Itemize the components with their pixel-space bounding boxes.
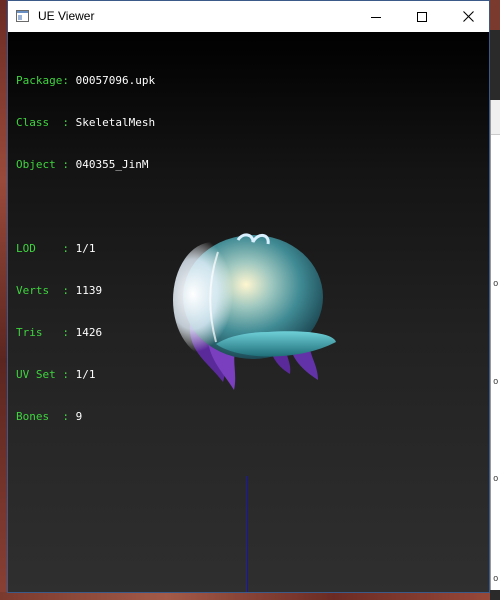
info-label: LOD : (16, 242, 76, 255)
info-label: Verts : (16, 284, 76, 297)
info-label: Class : (16, 116, 76, 129)
maximize-button[interactable] (399, 1, 445, 32)
info-label: Object : (16, 158, 76, 171)
background-window-mark: o (493, 574, 499, 584)
info-row-bones: Bones : 9 (16, 410, 155, 424)
desktop-background-bottom (0, 592, 500, 600)
background-window-mark: o (493, 279, 499, 289)
info-label: Tris : (16, 326, 76, 339)
info-value: 1426 (75, 326, 103, 339)
background-window-titlebar (491, 100, 500, 135)
close-icon (462, 11, 474, 22)
minimize-icon (371, 16, 381, 18)
info-spacer (16, 200, 155, 214)
info-row-verts: Verts : 1139 (16, 284, 155, 298)
info-value: SkeletalMesh (75, 116, 156, 129)
axis-line (247, 476, 248, 592)
mesh-info-overlay: Package: 00057096.upk Class : SkeletalMe… (16, 46, 155, 452)
minimize-button[interactable] (353, 1, 399, 32)
3d-viewport[interactable]: Package: 00057096.upk Class : SkeletalMe… (8, 32, 489, 592)
background-window-mark: o (493, 474, 499, 484)
info-value: 1/1 (75, 242, 96, 255)
info-label: Bones : (16, 410, 76, 423)
info-row-tris: Tris : 1426 (16, 326, 155, 340)
ue-viewer-window: UE Viewer Package: 00057096.upk Class : … (7, 0, 490, 593)
info-label: Package: (16, 74, 76, 87)
info-label: UV Set : (16, 368, 76, 381)
info-row-uvset: UV Set : 1/1 (16, 368, 155, 382)
window-icon (16, 10, 29, 22)
info-value: 00057096.upk (75, 74, 156, 87)
info-value: 1/1 (75, 368, 96, 381)
info-row-lod: LOD : 1/1 (16, 242, 155, 256)
background-window-mark: o (493, 377, 499, 387)
background-window[interactable]: o o o o (490, 100, 500, 590)
title-bar[interactable]: UE Viewer (8, 1, 489, 32)
info-row-object: Object : 040355_JinM (16, 158, 155, 172)
window-title: UE Viewer (38, 9, 95, 23)
close-button[interactable] (445, 1, 491, 32)
skeletal-mesh-render (173, 233, 336, 390)
info-value: 040355_JinM (75, 158, 149, 171)
maximize-icon (417, 11, 427, 22)
info-row-package: Package: 00057096.upk (16, 74, 155, 88)
info-value: 9 (75, 410, 83, 423)
info-value: 1139 (75, 284, 103, 297)
info-row-class: Class : SkeletalMesh (16, 116, 155, 130)
